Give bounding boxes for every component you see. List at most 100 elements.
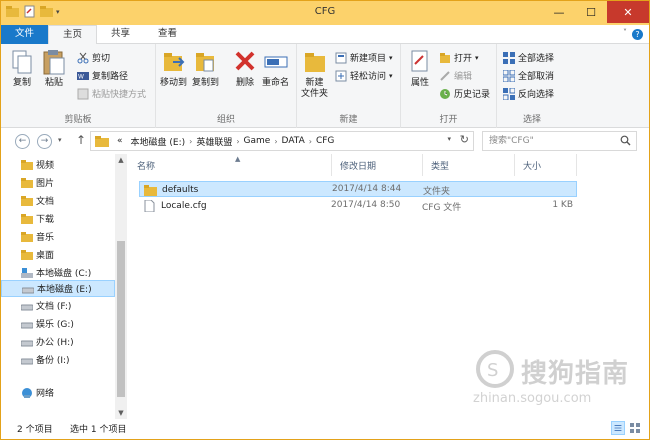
close-button[interactable]: ✕ [607,1,649,23]
drive-icon [21,340,33,346]
search-input[interactable]: 搜索"CFG" [482,131,637,151]
nav-item[interactable]: 本地磁盘 (C:) [1,264,115,281]
nav-item[interactable]: 下载 [1,210,115,227]
address-bar[interactable]: « 本地磁盘 (E:) › 英雄联盟 › Game › DATA › CFG ▾… [90,131,474,151]
nav-item[interactable]: 网络 [1,384,115,401]
up-button[interactable]: ↑ [76,133,86,147]
recent-locations-icon[interactable]: ▾ [58,136,62,144]
column-header-type[interactable]: 类型 [423,154,515,176]
history-button[interactable]: 历史记录 [439,86,490,101]
documents-folder-icon [21,195,33,206]
open-group: 属性 打开 ▾ 编辑 历史记录 打开 [401,44,497,128]
nav-item-label: 文档 (F:) [36,302,72,312]
select-all-button[interactable]: 全部选择 [503,50,554,65]
column-header-date[interactable]: 修改日期 [332,154,423,176]
new-folder-button[interactable]: 新建 文件夹 [301,48,328,100]
breadcrumb-cfg[interactable]: CFG [316,136,334,146]
breadcrumb-data[interactable]: DATA [282,136,305,146]
maximize-button[interactable]: ☐ [575,1,607,23]
nav-item-label: 娱乐 (G:) [36,320,74,330]
navigation-pane: 视频 图片 文档 下载 音乐 桌面 本地磁盘 (C:) 本地磁盘 (E:) 文档 (F:) 娱乐 … [1,154,128,419]
breadcrumb-drive-e[interactable]: 本地磁盘 (E:) [131,135,186,148]
invert-selection-button[interactable]: 反向选择 [503,86,554,101]
copy-to-icon [195,53,214,72]
refresh-icon[interactable]: ↻ [460,133,469,146]
column-header-size[interactable]: 大小 [515,154,577,176]
properties-icon [411,50,428,72]
nav-item[interactable]: 音乐 [1,228,115,245]
window-controls: — ☐ ✕ [543,1,649,23]
paste-icon [43,50,65,75]
nav-item[interactable]: 娱乐 (G:) [1,315,115,332]
nav-item[interactable]: 办公 (H:) [1,333,115,350]
sort-ascending-icon: ▲ [235,155,241,163]
invert-selection-icon [503,87,515,100]
large-icons-view-icon[interactable] [628,421,642,435]
nav-item[interactable]: 视频 [1,156,115,173]
scroll-up-icon[interactable]: ▲ [115,154,127,166]
new-item-icon [335,52,347,63]
select-none-button[interactable]: 全部取消 [503,68,554,83]
rename-button[interactable]: 重命名 [262,48,289,89]
breadcrumb-lol[interactable]: 英雄联盟 [196,135,232,148]
breadcrumb-overflow[interactable]: « [117,136,123,146]
file-row[interactable]: Locale.cfg 2017/4/14 8:50 CFG 文件 1 KB [139,198,577,214]
edit-button[interactable]: 编辑 [439,68,472,83]
select-group-label: 选择 [522,115,541,125]
video-folder-icon [21,159,33,170]
ribbon-collapse-icon[interactable]: ˅ [623,28,627,37]
status-bar: 2 个项目 选中 1 个项目 [1,419,649,439]
breadcrumb-game[interactable]: Game [244,136,271,146]
paste-button[interactable]: 粘贴 [41,48,67,89]
select-all-icon [503,51,515,64]
ribbon-tabs: 文件 主页 共享 查看 [1,25,649,45]
select-none-icon [503,69,515,82]
new-item-button[interactable]: 新建项目 ▾ [335,50,393,65]
nav-scrollbar[interactable]: ▲ ▼ [115,154,127,419]
minimize-button[interactable]: — [543,1,575,23]
paste-shortcut-button[interactable]: 粘贴快捷方式 [77,86,146,101]
nav-item[interactable]: 桌面 [1,246,115,263]
column-header-name[interactable]: 名称 ▲ [129,154,332,176]
file-row[interactable]: defaults 2017/4/14 8:44 文件夹 [139,181,577,197]
forward-button[interactable]: → [37,134,52,149]
rename-icon [264,56,287,68]
copy-button[interactable]: 复制 [9,48,35,89]
address-dropdown-icon[interactable]: ▾ [447,135,451,143]
tab-file[interactable]: 文件 [1,25,49,44]
copy-to-button[interactable]: 复制到 [192,48,219,89]
nav-item[interactable]: 本地磁盘 (E:) [1,280,115,297]
easy-access-button[interactable]: 轻松访问 ▾ [335,68,393,83]
move-to-button[interactable]: 移动到 [160,48,187,89]
breadcrumb-separator-icon[interactable]: › [236,137,239,146]
organize-group: 移动到 复制到 删除 重命名 组织 [156,44,297,128]
file-list: 名称 ▲ 修改日期 类型 大小 defaults 2017/4/14 8:44 文件… [129,154,649,419]
move-to-icon [163,53,184,71]
scroll-thumb[interactable] [117,241,125,397]
open-button[interactable]: 打开 ▾ [439,50,479,65]
explorer-window: ▾ CFG — ☐ ✕ 文件 主页 共享 查看 ˅ ? 复制 粘贴 剪切 W 复… [0,0,650,440]
breadcrumb-separator-icon[interactable]: › [189,137,192,146]
nav-item-label: 网络 [36,389,55,399]
search-placeholder: 搜索"CFG" [489,136,534,146]
details-view-icon[interactable] [611,421,625,435]
back-button[interactable]: ← [15,134,30,149]
nav-item[interactable]: 图片 [1,174,115,191]
nav-item[interactable]: 备份 (I:) [1,351,115,368]
copy-path-button[interactable]: W 复制路径 [77,68,128,83]
tab-share[interactable]: 共享 [97,25,144,44]
breadcrumb-separator-icon[interactable]: › [274,137,277,146]
tab-view[interactable]: 查看 [144,25,191,44]
properties-button[interactable]: 属性 [407,48,433,89]
help-icon[interactable]: ? [632,29,643,40]
scroll-down-icon[interactable]: ▼ [115,407,127,419]
nav-item[interactable]: 文档 [1,192,115,209]
delete-button[interactable]: 删除 [232,48,258,89]
cut-button[interactable]: 剪切 [77,50,110,65]
tab-home[interactable]: 主页 [48,25,98,45]
clipboard-group: 复制 粘贴 剪切 W 复制路径 粘贴快捷方式 剪贴板 [1,44,156,128]
nav-item[interactable]: 文档 (F:) [1,297,115,314]
drive-icon [21,322,33,328]
breadcrumb-separator-icon[interactable]: › [309,137,312,146]
file-type: CFG 文件 [422,203,462,213]
